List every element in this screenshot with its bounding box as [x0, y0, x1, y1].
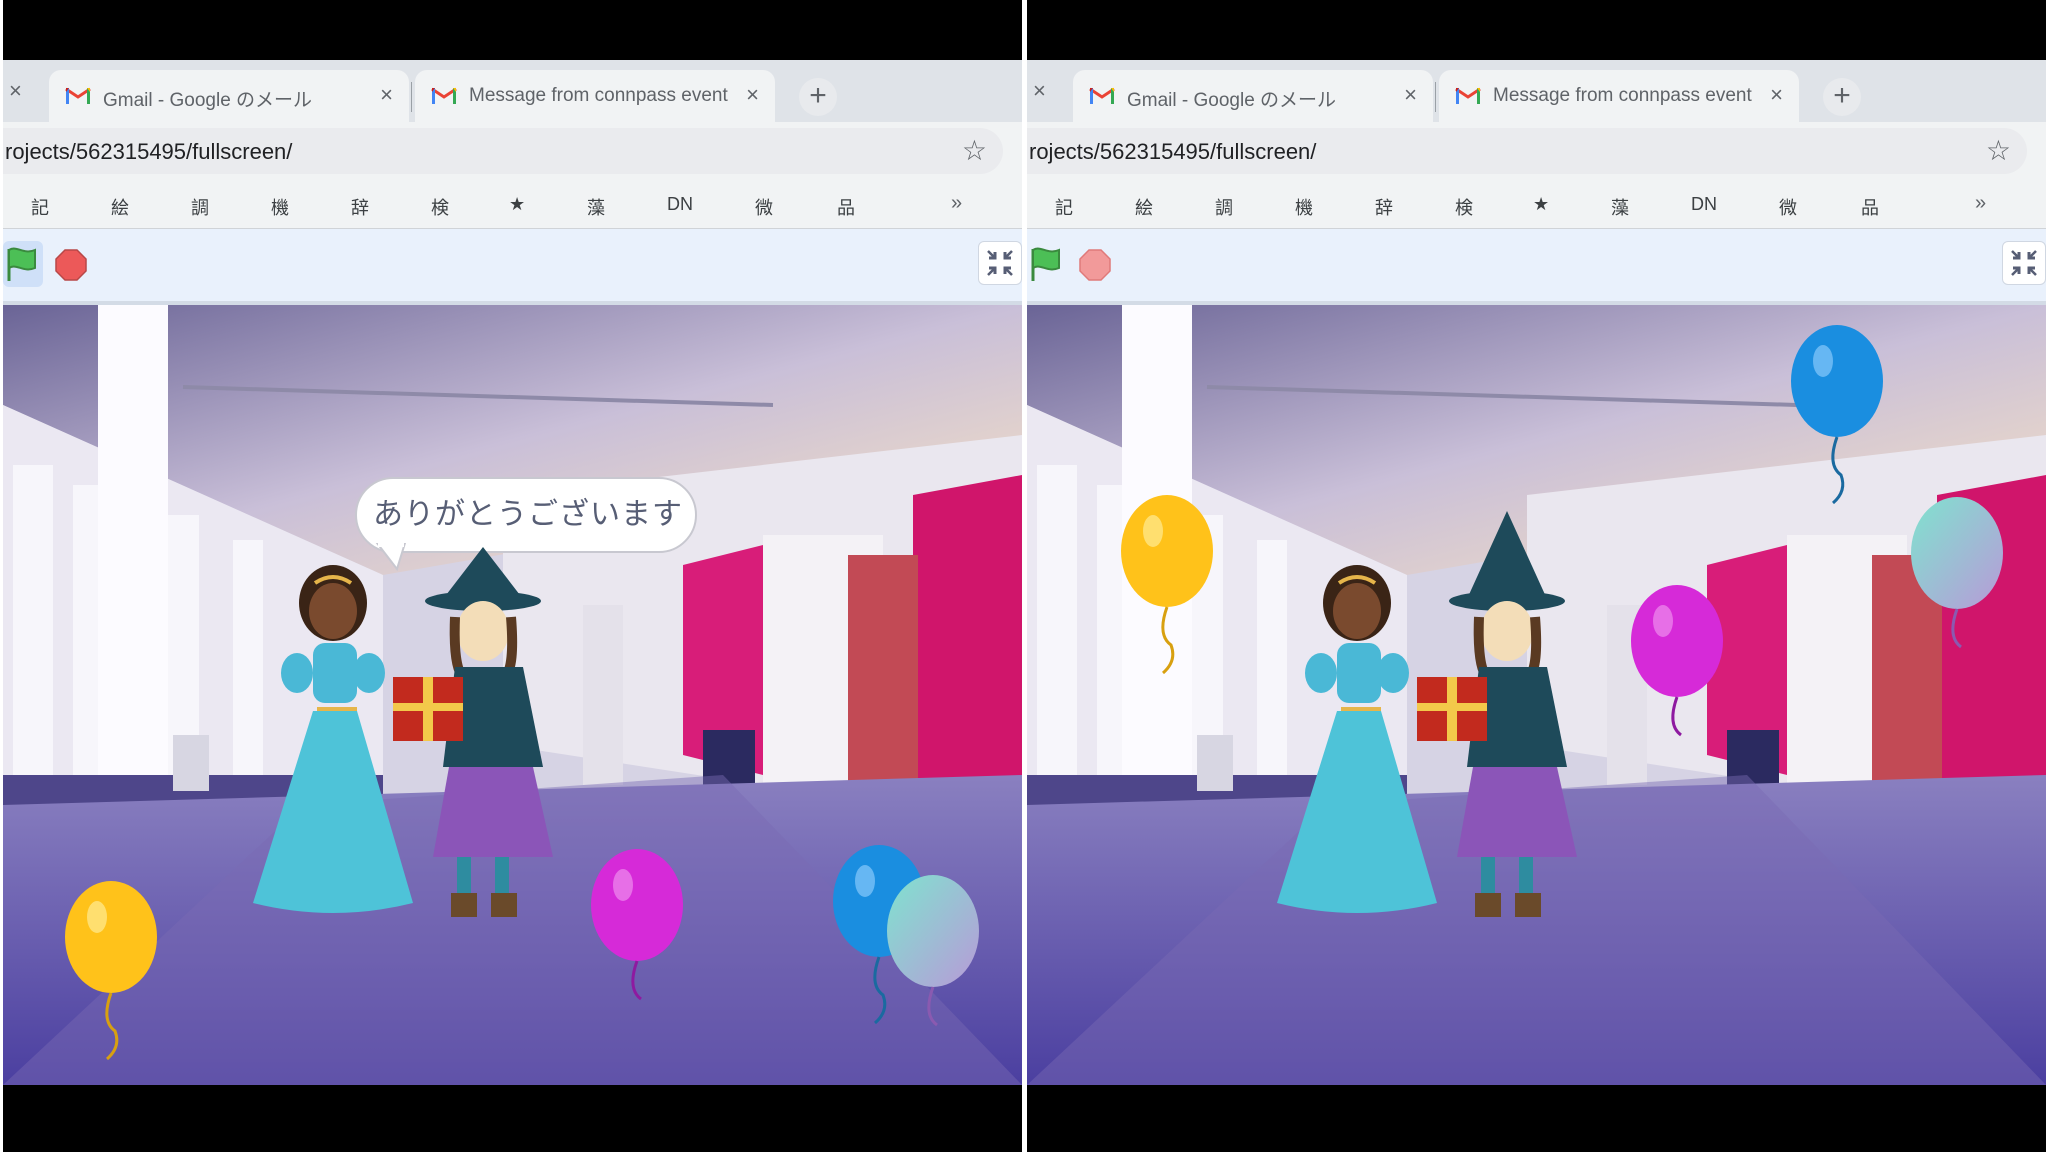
partial-tab-close-icon[interactable]: ×: [1033, 78, 1046, 104]
tab-separator: [411, 82, 412, 112]
tab-close-icon[interactable]: ×: [1404, 82, 1417, 108]
gmail-icon: [65, 87, 91, 104]
bookmark-item[interactable]: 辞: [1375, 194, 1393, 220]
balloon-magenta[interactable]: [1627, 585, 1727, 765]
speech-bubble: ありがとうございます: [355, 477, 697, 571]
bookmark-item[interactable]: 絵: [111, 194, 129, 220]
bookmark-item[interactable]: 微: [1779, 194, 1797, 220]
tab-title: Message from connpass event: [1493, 85, 1752, 106]
bookmark-star-icon[interactable]: ☆: [962, 134, 987, 167]
tab-close-icon[interactable]: ×: [746, 82, 759, 108]
bookmark-item[interactable]: 機: [271, 194, 289, 220]
address-bar[interactable]: rojects/562315495/fullscreen/ ☆: [3, 128, 1003, 174]
balloon-teal[interactable]: [883, 875, 983, 1055]
partial-tab-close-icon[interactable]: ×: [9, 78, 22, 104]
exit-fullscreen-icon: [987, 250, 1013, 276]
stop-icon[interactable]: [55, 249, 87, 281]
url-text[interactable]: rojects/562315495/fullscreen/: [1029, 139, 1316, 165]
gmail-icon: [1089, 87, 1115, 104]
exit-fullscreen-button[interactable]: [978, 241, 1022, 285]
exit-fullscreen-icon: [2011, 250, 2037, 276]
bookmark-item[interactable]: 調: [1215, 194, 1233, 220]
tab-close-icon[interactable]: ×: [380, 82, 393, 108]
tab-close-icon[interactable]: ×: [1770, 82, 1783, 108]
screenshot-panel-right: × Gmail - Google のメール × Message from con…: [1027, 0, 2046, 1152]
exit-fullscreen-button[interactable]: [2002, 241, 2046, 285]
tab-connpass-message[interactable]: Message from connpass event ×: [1439, 70, 1799, 122]
letterbox-bottom: [1027, 1085, 2046, 1152]
bookmark-item[interactable]: ★: [1533, 194, 1549, 215]
witch-sprite[interactable]: [1407, 511, 1607, 927]
bookmarks-overflow-icon[interactable]: »: [951, 192, 962, 215]
balloon-teal[interactable]: [1907, 497, 2007, 677]
screenshot-panel-left: × Gmail - Google のメール × Message from con…: [3, 0, 1022, 1152]
address-bar-row: rojects/562315495/fullscreen/ ☆: [1027, 122, 2046, 184]
balloon-blue[interactable]: [1787, 325, 1887, 505]
new-tab-button[interactable]: +: [799, 78, 837, 116]
letterbox-top: [3, 0, 1022, 60]
tab-separator: [1435, 82, 1436, 112]
letterbox-top: [1027, 0, 2046, 60]
address-bar[interactable]: rojects/562315495/fullscreen/ ☆: [1027, 128, 2027, 174]
speech-text: ありがとうございます: [373, 498, 683, 531]
bookmark-item[interactable]: DN: [1691, 194, 1717, 215]
gmail-icon: [1455, 87, 1481, 104]
bookmark-item[interactable]: 記: [31, 194, 49, 220]
tab-gmail[interactable]: Gmail - Google のメール ×: [49, 70, 409, 122]
bookmarks-bar: 記 絵 調 機 辞 検 ★ 藻 DN 微 品 »: [3, 184, 1022, 229]
tab-title: Message from connpass event: [469, 85, 728, 106]
tab-strip: × Gmail - Google のメール × Message from con…: [1027, 60, 2046, 122]
bookmark-item[interactable]: 機: [1295, 194, 1313, 220]
bookmark-item[interactable]: 検: [431, 194, 449, 220]
scratch-controls: [3, 229, 1022, 305]
bookmark-item[interactable]: 絵: [1135, 194, 1153, 220]
scratch-controls: [1027, 229, 2046, 305]
tab-connpass-message[interactable]: Message from connpass event ×: [415, 70, 775, 122]
green-flag-icon: [7, 247, 36, 281]
gmail-icon: [431, 87, 457, 104]
green-flag-button[interactable]: [1027, 241, 1067, 287]
bookmark-item[interactable]: 辞: [351, 194, 369, 220]
bookmark-item[interactable]: DN: [667, 194, 693, 215]
stop-icon[interactable]: [1079, 249, 1111, 281]
tab-title: Gmail - Google のメール: [103, 90, 313, 111]
bookmark-item[interactable]: 品: [837, 194, 855, 220]
bookmark-item[interactable]: 藻: [587, 194, 605, 220]
stage[interactable]: ありがとうございます: [3, 305, 1022, 1085]
bookmark-item[interactable]: 品: [1861, 194, 1879, 220]
bookmark-item[interactable]: 微: [755, 194, 773, 220]
bookmarks-overflow-icon[interactable]: »: [1975, 192, 1986, 215]
bookmark-item[interactable]: 調: [191, 194, 209, 220]
bookmark-star-icon[interactable]: ☆: [1986, 134, 2011, 167]
url-text[interactable]: rojects/562315495/fullscreen/: [5, 139, 292, 165]
tab-title: Gmail - Google のメール: [1127, 90, 1337, 111]
green-flag-button[interactable]: [3, 241, 43, 287]
bookmark-item[interactable]: ★: [509, 194, 525, 215]
witch-sprite[interactable]: [383, 547, 583, 927]
stage[interactable]: [1027, 305, 2046, 1085]
new-tab-button[interactable]: +: [1823, 78, 1861, 116]
letterbox-bottom: [3, 1085, 1022, 1152]
green-flag-icon: [1031, 247, 1060, 281]
balloon-yellow[interactable]: [61, 881, 161, 1061]
bookmark-item[interactable]: 藻: [1611, 194, 1629, 220]
tab-gmail[interactable]: Gmail - Google のメール ×: [1073, 70, 1433, 122]
balloon-magenta[interactable]: [587, 849, 687, 1029]
tab-strip: × Gmail - Google のメール × Message from con…: [3, 60, 1022, 122]
bookmark-item[interactable]: 記: [1055, 194, 1073, 220]
bookmark-item[interactable]: 検: [1455, 194, 1473, 220]
balloon-yellow[interactable]: [1117, 495, 1217, 675]
address-bar-row: rojects/562315495/fullscreen/ ☆: [3, 122, 1022, 184]
bookmarks-bar: 記 絵 調 機 辞 検 ★ 藻 DN 微 品 »: [1027, 184, 2046, 229]
